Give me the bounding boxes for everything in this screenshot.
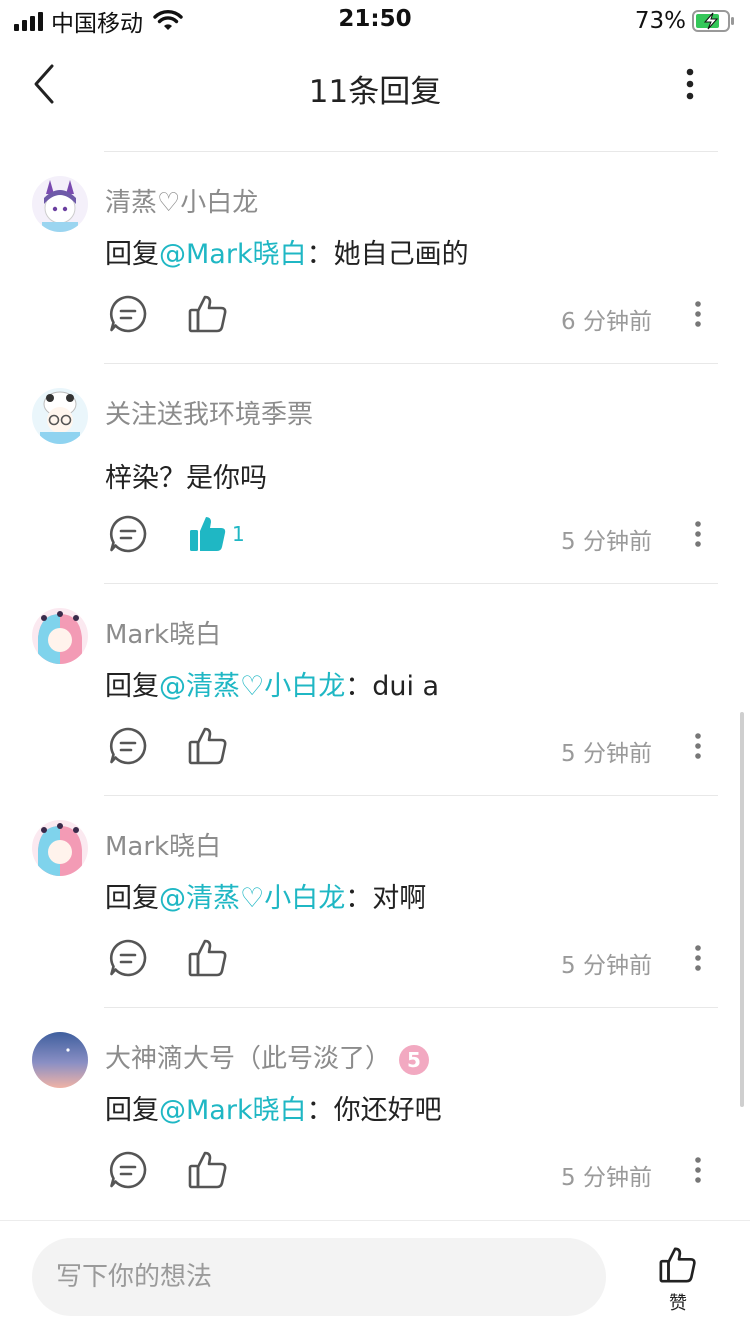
reply-prefix: 回复 — [105, 1095, 159, 1126]
comment-author[interactable]: 大神滴大号（此号淡了） — [105, 1044, 391, 1074]
like-button[interactable] — [187, 1149, 229, 1191]
reply-button[interactable] — [108, 514, 148, 554]
comment-item: 大神滴大号（此号淡了） 5 回复@Mark晓白：你还好吧 5 分钟前 — [0, 1008, 750, 1220]
reply-prefix: 回复 — [105, 671, 159, 702]
comment-item: 清蒸♡小白龙 回复@Mark晓白：她自己画的 6 分钟前 — [0, 152, 750, 364]
like-button[interactable] — [187, 937, 229, 979]
avatar[interactable] — [32, 388, 88, 444]
comment-text: 回复@Mark晓白：她自己画的 — [105, 232, 469, 271]
level-badge: 5 — [399, 1044, 430, 1075]
comment-content: 她自己画的 — [333, 239, 469, 270]
comment-author-row: 大神滴大号（此号淡了） 5 — [105, 1038, 430, 1075]
comment-author[interactable]: Mark晓白 — [105, 614, 221, 651]
comment-input-box[interactable] — [32, 1238, 606, 1316]
comment-input[interactable] — [56, 1238, 576, 1316]
thumbs-up-icon — [659, 1247, 696, 1283]
comment-content: 你还好吧 — [333, 1095, 442, 1126]
avatar[interactable] — [32, 608, 88, 664]
comment-content: dui a — [372, 671, 440, 702]
avatar[interactable] — [32, 176, 88, 232]
battery-percent: 73% — [634, 8, 686, 34]
comment-time: 5 分钟前 — [561, 529, 652, 555]
comment-more-button[interactable] — [686, 728, 710, 764]
reply-button[interactable] — [108, 938, 148, 978]
like-button-active[interactable] — [187, 513, 229, 555]
comment-content: 对啊 — [372, 883, 427, 914]
status-bar: 中国移动 21:50 73% — [0, 0, 750, 40]
mention-link[interactable]: @清蒸♡小白龙 — [159, 671, 345, 702]
more-vertical-icon — [695, 945, 701, 971]
comment-text: 回复@清蒸♡小白龙：对啊 — [105, 876, 426, 915]
comment-author[interactable]: 关注送我环境季票 — [105, 394, 313, 431]
reply-separator: ： — [306, 1095, 334, 1126]
more-vertical-icon — [695, 1157, 701, 1183]
thumbs-up-icon — [188, 1151, 227, 1189]
mention-link[interactable]: @Mark晓白 — [159, 1095, 307, 1126]
avatar[interactable] — [32, 820, 88, 876]
reply-button[interactable] — [108, 294, 148, 334]
like-count: 1 — [232, 522, 245, 546]
more-vertical-icon — [695, 733, 701, 759]
comment-text: 回复@Mark晓白：你还好吧 — [105, 1088, 442, 1127]
comment-item: Mark晓白 回复@清蒸♡小白龙：dui a 5 分钟前 — [0, 584, 750, 796]
like-label: 赞 — [669, 1293, 687, 1314]
like-post-button[interactable]: 赞 — [650, 1245, 706, 1315]
more-vertical-icon — [695, 301, 701, 327]
like-button[interactable] — [187, 725, 229, 767]
comment-text: 回复@清蒸♡小白龙：dui a — [105, 664, 439, 703]
comment-bubble-icon — [109, 1151, 147, 1189]
comment-item: Mark晓白 回复@清蒸♡小白龙：对啊 5 分钟前 — [0, 796, 750, 1008]
more-options-button[interactable] — [670, 64, 710, 104]
avatar-image — [32, 608, 88, 664]
reply-separator: ： — [345, 883, 373, 914]
thumbs-up-icon — [188, 939, 227, 977]
reply-prefix: 回复 — [105, 239, 159, 270]
status-right: 73% — [635, 6, 736, 36]
comment-text: 梓染？是你吗 — [105, 456, 267, 495]
thumbs-up-icon — [188, 295, 227, 333]
more-vertical-icon — [695, 521, 701, 547]
comment-time: 5 分钟前 — [561, 1165, 652, 1191]
reply-separator: ： — [306, 239, 334, 270]
scrollbar[interactable] — [740, 712, 744, 1107]
comment-more-button[interactable] — [686, 940, 710, 976]
reply-prefix: 回复 — [105, 883, 159, 914]
reply-button[interactable] — [108, 726, 148, 766]
thumbs-up-filled-icon — [190, 517, 226, 551]
comment-author[interactable]: Mark晓白 — [105, 826, 221, 863]
comment-bubble-icon — [109, 727, 147, 765]
comment-author[interactable]: 清蒸♡小白龙 — [105, 182, 258, 219]
thumbs-up-icon — [188, 727, 227, 765]
comment-bubble-icon — [109, 939, 147, 977]
reply-separator: ： — [345, 671, 373, 702]
header: 11条回复 — [0, 44, 750, 124]
comment-time: 5 分钟前 — [561, 741, 652, 767]
more-vertical-icon — [686, 68, 694, 100]
comment-bubble-icon — [109, 295, 147, 333]
comment-more-button[interactable] — [686, 516, 710, 552]
battery-charging-icon — [692, 10, 734, 32]
mention-link[interactable]: @Mark晓白 — [159, 239, 307, 270]
mention-link[interactable]: @清蒸♡小白龙 — [159, 883, 345, 914]
comment-bubble-icon — [109, 515, 147, 553]
comment-time: 6 分钟前 — [561, 309, 652, 335]
avatar-image — [32, 388, 88, 444]
like-button[interactable] — [187, 293, 229, 335]
comment-more-button[interactable] — [686, 1152, 710, 1188]
comment-compose-bar: 赞 — [0, 1220, 750, 1334]
comment-item: 关注送我环境季票 梓染？是你吗 1 5 分钟前 — [0, 364, 750, 584]
avatar-image — [32, 820, 88, 876]
page-title: 11条回复 — [308, 74, 442, 110]
avatar-image — [32, 176, 88, 232]
reply-button[interactable] — [108, 1150, 148, 1190]
comment-content: 梓染？是你吗 — [105, 463, 267, 494]
comment-time: 5 分钟前 — [561, 953, 652, 979]
avatar-image — [32, 1032, 88, 1088]
avatar[interactable] — [32, 1032, 88, 1088]
comment-more-button[interactable] — [686, 296, 710, 332]
